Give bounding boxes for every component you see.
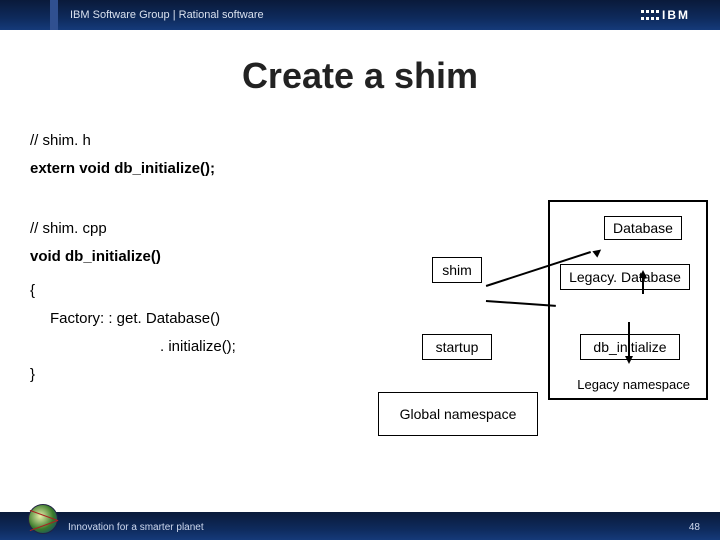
globe-icon bbox=[28, 504, 58, 534]
code-line-1: // shim. h bbox=[30, 130, 91, 153]
legacy-namespace-label: Legacy namespace bbox=[577, 377, 690, 392]
footer-tagline: Innovation for a smarter planet bbox=[68, 522, 204, 533]
code-line-3: // shim. cpp bbox=[30, 218, 107, 241]
ibm-logo-text: IBM bbox=[662, 8, 690, 22]
code-line-8: } bbox=[30, 364, 35, 387]
legacy-database-box: Legacy. Database bbox=[560, 264, 690, 290]
code-line-2-text: extern void db_initialize(); bbox=[30, 160, 215, 177]
header-bar: IBM Software Group | Rational software I… bbox=[0, 0, 720, 30]
code-line-6: Factory: : get. Database() bbox=[50, 308, 220, 331]
header-divider bbox=[50, 0, 58, 30]
code-line-2: extern void db_initialize(); bbox=[30, 158, 215, 181]
ibm-logo: IBM bbox=[640, 0, 690, 30]
code-line-4-text: void db_initialize() bbox=[30, 248, 161, 265]
code-line-7: . initialize(); bbox=[160, 336, 236, 359]
shim-box: shim bbox=[432, 257, 482, 283]
page-number: 48 bbox=[689, 522, 700, 533]
code-line-4: void db_initialize() bbox=[30, 246, 161, 269]
ibm-logo-dots bbox=[640, 9, 658, 21]
code-line-5: { bbox=[30, 280, 35, 303]
database-box: Database bbox=[604, 216, 682, 240]
header-group-text: IBM Software Group | Rational software bbox=[70, 0, 264, 30]
slide: IBM Software Group | Rational software I… bbox=[0, 0, 720, 540]
startup-box: startup bbox=[422, 334, 492, 360]
global-namespace-box: Global namespace bbox=[378, 392, 538, 436]
slide-title: Create a shim bbox=[0, 55, 720, 97]
